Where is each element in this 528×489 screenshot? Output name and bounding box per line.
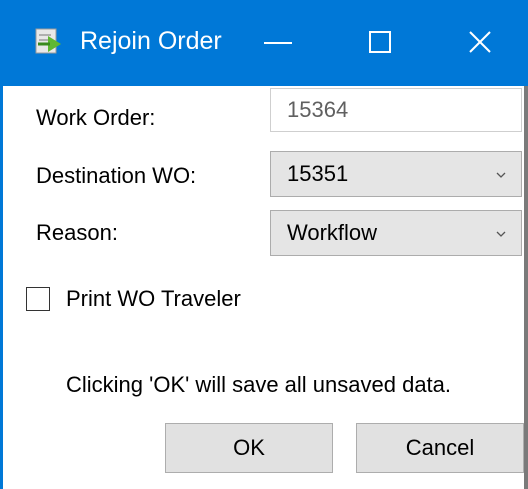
- window-title: Rejoin Order: [80, 27, 222, 55]
- cancel-button[interactable]: Cancel: [356, 423, 524, 473]
- app-icon: [34, 26, 64, 56]
- save-warning-text: Clicking 'OK' will save all unsaved data…: [66, 372, 452, 397]
- reason-dropdown[interactable]: Workflow: [270, 210, 522, 256]
- maximize-button[interactable]: [340, 0, 420, 86]
- close-button[interactable]: [440, 0, 520, 86]
- chevron-down-icon: [496, 231, 506, 237]
- work-order-label: Work Order:: [36, 105, 156, 130]
- reason-label: Reason:: [36, 220, 118, 245]
- destination-wo-dropdown[interactable]: 15351: [270, 151, 522, 197]
- close-icon: [469, 31, 491, 53]
- print-wo-traveler-checkbox[interactable]: [26, 287, 50, 311]
- title-bar[interactable]: Rejoin Order: [0, 0, 528, 86]
- ok-button[interactable]: OK: [165, 423, 333, 473]
- minimize-button[interactable]: [238, 0, 318, 86]
- work-order-field[interactable]: 15364: [270, 88, 522, 132]
- destination-wo-label: Destination WO:: [36, 163, 197, 188]
- reason-value: Workflow: [287, 220, 378, 245]
- maximize-icon: [369, 31, 391, 53]
- window-border-right: [524, 86, 528, 489]
- destination-wo-value: 15351: [287, 161, 349, 186]
- window-border-left: [0, 86, 3, 489]
- print-wo-traveler-label[interactable]: Print WO Traveler: [66, 284, 241, 314]
- chevron-down-icon: [496, 172, 506, 178]
- minimize-icon: [264, 42, 292, 44]
